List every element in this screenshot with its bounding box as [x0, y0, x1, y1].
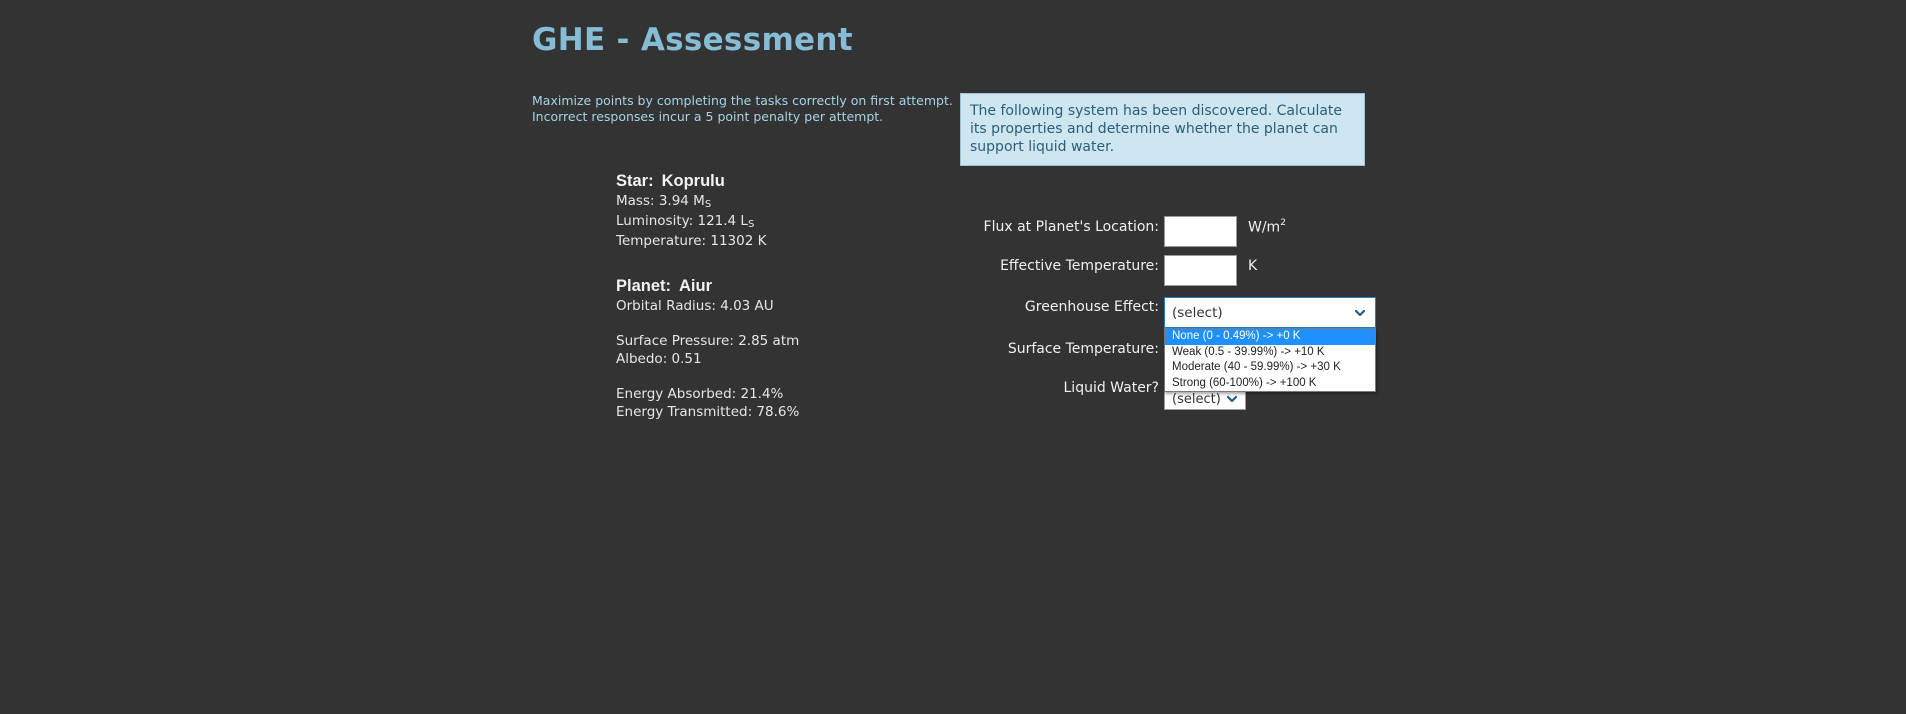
- star-mass-subscript: S: [704, 199, 712, 210]
- greenhouse-effect-dropdown: None (0 - 0.49%) -> +0 K Weak (0.5 - 39.…: [1164, 328, 1376, 392]
- greenhouse-option-weak[interactable]: Weak (0.5 - 39.99%) -> +10 K: [1165, 345, 1375, 361]
- flux-label: Flux at Planet's Location:: [983, 219, 1159, 235]
- star-name: Koprulu: [661, 172, 725, 190]
- page-title: GHE - Assessment: [532, 22, 853, 58]
- greenhouse-effect-label: Greenhouse Effect:: [1024, 299, 1159, 315]
- instructions: Maximize points by completing the tasks …: [532, 93, 953, 125]
- planet-energy-transmitted: Energy Transmitted: 78.6%: [616, 404, 800, 420]
- star-label: Star:: [616, 172, 654, 190]
- greenhouse-option-moderate[interactable]: Moderate (40 - 59.99%) -> +30 K: [1165, 360, 1375, 376]
- star-mass: Mass: 3.94 MS: [616, 192, 766, 212]
- effective-temperature-label: Effective Temperature:: [1000, 258, 1159, 274]
- star-luminosity-subscript: S: [747, 219, 755, 230]
- flux-unit-superscript: 2: [1280, 218, 1286, 228]
- planet-orbital-radius: Orbital Radius: 4.03 AU: [616, 298, 774, 314]
- star-luminosity: Luminosity: 121.4 LS: [616, 212, 766, 232]
- planet-heading: Planet: Aiur: [616, 275, 799, 297]
- effective-temperature-input[interactable]: [1164, 255, 1237, 286]
- planet-info: Planet: Aiur Orbital Radius: 4.03 AU Surf…: [616, 275, 799, 421]
- notice-box: The following system has been discovered…: [960, 93, 1365, 166]
- instructions-line-2: Incorrect responses incur a 5 point pena…: [532, 109, 884, 124]
- chevron-down-icon: [1226, 395, 1238, 403]
- planet-surface-pressure: Surface Pressure: 2.85 atm: [616, 333, 800, 349]
- greenhouse-option-none[interactable]: None (0 - 0.49%) -> +0 K: [1165, 329, 1375, 345]
- star-temperature: Temperature: 11302 K: [616, 233, 767, 249]
- flux-unit-text: W/m: [1248, 219, 1281, 236]
- star-luminosity-text: Luminosity: 121.4 L: [616, 213, 748, 229]
- planet-energy-absorbed: Energy Absorbed: 21.4%: [616, 386, 784, 402]
- greenhouse-effect-select[interactable]: (select): [1164, 297, 1376, 328]
- instructions-line-1: Maximize points by completing the tasks …: [532, 93, 953, 108]
- liquid-water-select-value: (select): [1172, 392, 1221, 407]
- star-mass-text: Mass: 3.94 M: [616, 193, 705, 209]
- greenhouse-option-strong[interactable]: Strong (60-100%) -> +100 K: [1165, 376, 1375, 392]
- planet-label: Planet:: [616, 277, 672, 295]
- page: GHE - Assessment Maximize points by comp…: [0, 0, 1906, 714]
- liquid-water-label: Liquid Water?: [1063, 380, 1160, 396]
- flux-input[interactable]: [1164, 216, 1237, 247]
- planet-albedo: Albedo: 0.51: [616, 351, 702, 367]
- planet-name: Aiur: [679, 277, 713, 295]
- effective-temperature-unit: K: [1248, 258, 1258, 274]
- chevron-down-icon: [1354, 309, 1366, 317]
- flux-unit: W/m2: [1248, 218, 1286, 236]
- star-info: Star: Koprulu Mass: 3.94 MS Luminosity: 1…: [616, 170, 766, 250]
- star-heading: Star: Koprulu: [616, 170, 766, 192]
- greenhouse-effect-select-value: (select): [1172, 305, 1223, 321]
- surface-temperature-label: Surface Temperature:: [1007, 341, 1159, 357]
